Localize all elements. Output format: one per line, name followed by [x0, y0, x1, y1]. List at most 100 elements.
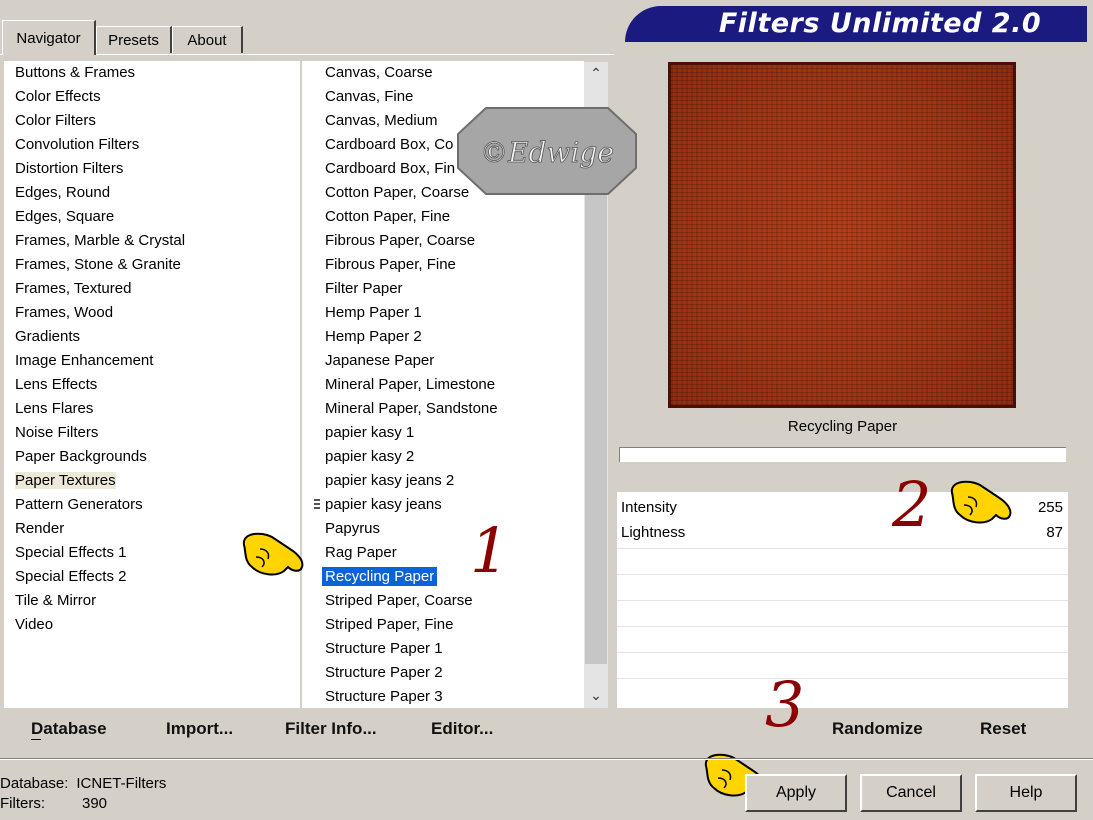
- category-label: Tile & Mirror: [15, 592, 97, 609]
- filter-label: Hemp Paper 1: [325, 304, 422, 321]
- accel-underline: [31, 739, 41, 740]
- filter-preview-image: [668, 62, 1016, 408]
- category-item[interactable]: Color Filters: [4, 109, 300, 133]
- param-name: Lightness: [621, 524, 686, 541]
- filter-info-button[interactable]: Filter Info...: [285, 719, 377, 739]
- category-label: Video: [15, 616, 54, 633]
- category-item[interactable]: Frames, Stone & Granite: [4, 253, 300, 277]
- category-item[interactable]: Pattern Generators: [4, 493, 300, 517]
- filter-item[interactable]: Recycling Paper: [302, 565, 584, 589]
- filter-item[interactable]: Striped Paper, Coarse: [302, 589, 584, 613]
- category-item[interactable]: Convolution Filters: [4, 133, 300, 157]
- category-label: Image Enhancement: [15, 352, 154, 369]
- help-button[interactable]: Help: [975, 774, 1077, 812]
- filter-label: Structure Paper 2: [325, 664, 443, 681]
- category-label: Edges, Square: [15, 208, 115, 225]
- category-item[interactable]: Lens Effects: [4, 373, 300, 397]
- database-button[interactable]: Database: [31, 719, 107, 739]
- param-value[interactable]: 255: [1038, 496, 1063, 520]
- filter-item[interactable]: Rag Paper: [302, 541, 584, 565]
- category-label: Frames, Marble & Crystal: [15, 232, 186, 249]
- pointing-hand-icon: [950, 480, 1012, 524]
- filter-item[interactable]: Striped Paper, Fine: [302, 613, 584, 637]
- category-item[interactable]: Frames, Marble & Crystal: [4, 229, 300, 253]
- category-item[interactable]: Frames, Textured: [4, 277, 300, 301]
- filter-item[interactable]: Fibrous Paper, Fine: [302, 253, 584, 277]
- filter-item[interactable]: Fibrous Paper, Coarse: [302, 229, 584, 253]
- category-list[interactable]: Buttons & Frames Color Effects Color Filte…: [4, 61, 300, 708]
- category-item[interactable]: Video: [4, 613, 300, 637]
- filter-item[interactable]: Structure Paper 1: [302, 637, 584, 661]
- category-item[interactable]: Paper Backgrounds: [4, 445, 300, 469]
- scroll-thumb[interactable]: [585, 148, 607, 664]
- filter-item[interactable]: Mineral Paper, Limestone: [302, 373, 584, 397]
- filter-label: Hemp Paper 2: [325, 328, 422, 345]
- filter-item[interactable]: Hemp Paper 2: [302, 325, 584, 349]
- filter-label: Fibrous Paper, Fine: [325, 256, 456, 273]
- filter-label: Filter Paper: [325, 280, 403, 297]
- filter-item[interactable]: papier kasy jeans: [302, 493, 584, 517]
- filter-label: Cotton Paper, Coarse: [325, 184, 470, 201]
- category-item[interactable]: Image Enhancement: [4, 349, 300, 373]
- filter-item[interactable]: papier kasy jeans 2: [302, 469, 584, 493]
- reset-button[interactable]: Reset: [980, 719, 1026, 739]
- category-item[interactable]: Distortion Filters: [4, 157, 300, 181]
- category-item[interactable]: Frames, Wood: [4, 301, 300, 325]
- category-item[interactable]: Color Effects: [4, 85, 300, 109]
- category-item[interactable]: Buttons & Frames: [4, 61, 300, 85]
- filter-item[interactable]: Canvas, Coarse: [302, 61, 584, 85]
- cancel-button[interactable]: Cancel: [860, 774, 962, 812]
- category-label: Buttons & Frames: [15, 64, 136, 81]
- filter-item[interactable]: Hemp Paper 1: [302, 301, 584, 325]
- filter-item[interactable]: Filter Paper: [302, 277, 584, 301]
- category-label: Frames, Wood: [15, 304, 114, 321]
- filter-label: papier kasy jeans 2: [325, 472, 455, 489]
- filter-item[interactable]: papier kasy 2: [302, 445, 584, 469]
- category-label: Paper Textures: [15, 472, 116, 489]
- param-value[interactable]: 87: [1046, 521, 1063, 545]
- filter-item[interactable]: Structure Paper 3: [302, 685, 584, 709]
- category-label: Convolution Filters: [15, 136, 140, 153]
- filter-label: Papyrus: [325, 520, 381, 537]
- watermark-logo: ©Edwige: [457, 107, 637, 195]
- tab-presets[interactable]: Presets: [96, 26, 172, 53]
- category-item[interactable]: Noise Filters: [4, 421, 300, 445]
- app-title: Filters Unlimited 2.0: [718, 8, 1042, 39]
- scroll-up-icon[interactable]: ⌃: [584, 62, 608, 84]
- apply-button[interactable]: Apply: [745, 774, 847, 812]
- filter-label: Structure Paper 3: [325, 688, 443, 705]
- filter-label: Recycling Paper: [322, 567, 438, 586]
- category-item[interactable]: Paper Textures: [4, 469, 300, 493]
- param-name: Intensity: [621, 499, 677, 516]
- import-button[interactable]: Import...: [166, 719, 233, 739]
- category-item[interactable]: Gradients: [4, 325, 300, 349]
- annotation-1: 1: [470, 514, 510, 587]
- filter-item[interactable]: papier kasy 1: [302, 421, 584, 445]
- filter-label: Striped Paper, Coarse: [325, 592, 473, 609]
- filter-item[interactable]: Cotton Paper, Fine: [302, 205, 584, 229]
- randomize-button[interactable]: Randomize: [832, 719, 923, 739]
- filter-item[interactable]: Mineral Paper, Sandstone: [302, 397, 584, 421]
- filter-label: Canvas, Fine: [325, 88, 414, 105]
- preview-label: Recycling Paper: [787, 418, 898, 435]
- filter-label: Mineral Paper, Sandstone: [325, 400, 498, 417]
- scroll-down-icon[interactable]: ⌄: [584, 684, 608, 706]
- category-item[interactable]: Edges, Square: [4, 205, 300, 229]
- editor-button[interactable]: Editor...: [431, 719, 493, 739]
- watermark-text: ©Edwige: [480, 136, 614, 169]
- category-item[interactable]: Tile & Mirror: [4, 589, 300, 613]
- filter-item[interactable]: Papyrus: [302, 517, 584, 541]
- filter-item[interactable]: Structure Paper 2: [302, 661, 584, 685]
- filter-label: Structure Paper 1: [325, 640, 443, 657]
- category-label: Distortion Filters: [15, 160, 124, 177]
- category-item[interactable]: Lens Flares: [4, 397, 300, 421]
- tab-about[interactable]: About: [172, 26, 243, 53]
- category-label: Edges, Round: [15, 184, 111, 201]
- category-item[interactable]: Edges, Round: [4, 181, 300, 205]
- category-label: Lens Flares: [15, 400, 94, 417]
- filter-item[interactable]: Japanese Paper: [302, 349, 584, 373]
- drag-grip-icon: [314, 499, 320, 511]
- tab-navigator[interactable]: Navigator: [2, 20, 96, 55]
- preview-slider-track[interactable]: [619, 447, 1066, 462]
- filter-label: papier kasy 1: [325, 424, 415, 441]
